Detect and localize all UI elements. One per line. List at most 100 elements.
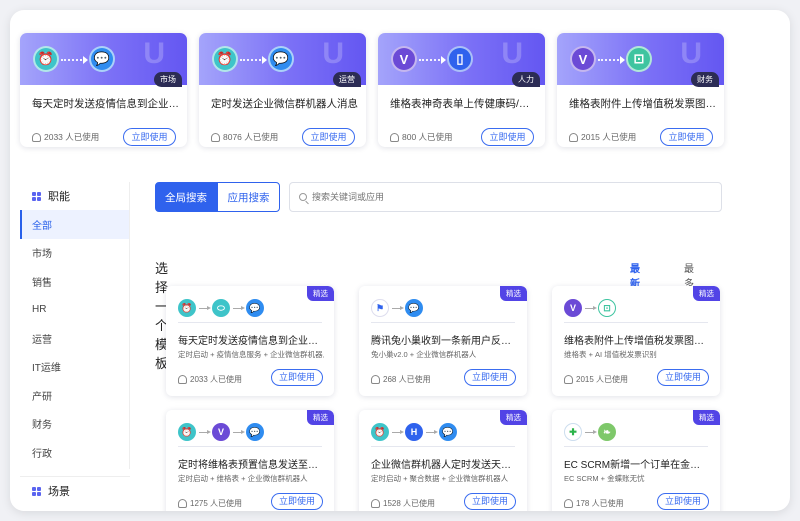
usage-count: 2015 人已使用 (564, 374, 628, 385)
featured-badge: 精选 (500, 410, 527, 425)
use-now-button[interactable]: 立即使用 (657, 369, 709, 386)
usage-text: 268 人已使用 (383, 375, 431, 384)
template-apps: EC SCRM + 金蝶账无忧 (564, 474, 645, 483)
sidebar-item-finance[interactable]: 财务 (20, 410, 129, 439)
usage-count: 2015 人已使用 (569, 131, 636, 143)
usage-text: 2033 人已使用 (190, 375, 243, 384)
use-now-button[interactable]: 立即使用 (271, 493, 323, 510)
alarm-icon: ⏰ (178, 423, 196, 441)
search-box[interactable] (289, 182, 722, 212)
wechat-bot-icon: 💬 (405, 299, 423, 317)
vika-icon: V (564, 299, 582, 317)
logo-watermark: U (322, 37, 344, 70)
app-window: U ⏰ 💬 市场 每天定时发送疫情信息到企业微... 2033 人已使用 立即使… (10, 10, 790, 511)
flow-arrow (392, 306, 404, 310)
search-input[interactable] (312, 192, 612, 202)
card-title: 维格表附件上传增值税发票图片... (569, 98, 716, 110)
template-title: 腾讯兔小巢收到一条新用户反馈自... (371, 336, 517, 347)
global-search-tab[interactable]: 全局搜索 (155, 182, 217, 212)
template-title: 定时将维格表预置信息发送至企业... (178, 460, 324, 471)
template-title: 每天定时发送疫情信息到企业微信... (178, 336, 324, 347)
flow-arrow (598, 56, 625, 64)
epidemic-service-icon: ⬭ (212, 299, 230, 317)
sidebar-item-admin[interactable]: 行政 (20, 438, 129, 467)
category-tag: 运营 (333, 72, 361, 87)
card-banner: U ⏰ 💬 市场 (20, 33, 187, 87)
usage-text: 1528 人已使用 (383, 499, 436, 508)
template-title: 维格表附件上传增值税发票图片并... (564, 336, 710, 347)
alarm-icon: ⏰ (33, 46, 59, 72)
template-apps: 维格表 + AI 增值税发票识别 (564, 350, 657, 359)
template-card[interactable]: ⏰ H 💬 精选 企业微信群机器人定时发送天气预... 定时启动 + 聚合数据 … (359, 410, 527, 511)
wechat-bot-icon: 💬 (439, 423, 457, 441)
category-tag: 财务 (691, 72, 719, 87)
template-card[interactable]: ⏰ V 💬 精选 定时将维格表预置信息发送至企业... 定时启动 + 维格表 +… (166, 410, 334, 511)
template-title: 企业微信群机器人定时发送天气预... (371, 460, 517, 471)
vika-icon: V (391, 46, 417, 72)
featured-badge: 精选 (693, 286, 720, 301)
alarm-icon: ⏰ (371, 423, 389, 441)
use-now-button[interactable]: 立即使用 (123, 128, 176, 146)
flow-arrow (199, 430, 211, 434)
use-now-button[interactable]: 立即使用 (657, 493, 709, 510)
category-tag: 人力 (512, 72, 540, 87)
wechat-bot-icon: 💬 (89, 46, 115, 72)
sidebar-item-operations[interactable]: 运营 (20, 324, 129, 353)
template-card[interactable]: ⚑ 💬 精选 腾讯兔小巢收到一条新用户反馈自... 兔小巢v2.0 + 企业微信… (359, 286, 527, 396)
flow-arrow (585, 430, 597, 434)
usage-count: 1275 人已使用 (178, 498, 242, 509)
juhe-data-icon: H (405, 423, 423, 441)
vika-icon: V (212, 423, 230, 441)
scene-header[interactable]: 场景 (20, 477, 130, 505)
flow-arrow (392, 430, 404, 434)
sidebar-item-sales[interactable]: 销售 (20, 267, 129, 296)
template-apps: 兔小巢v2.0 + 企业微信群机器人 (371, 350, 477, 359)
flow-arrow (233, 306, 245, 310)
featured-card[interactable]: U V ⊡ 财务 维格表附件上传增值税发票图片... 2015 人已使用 立即使… (557, 33, 724, 147)
sidebar-item-it-ops[interactable]: IT运维 (20, 353, 129, 382)
sidebar-item-all[interactable]: 全部 (20, 210, 129, 239)
featured-badge: 精选 (307, 286, 334, 301)
vika-icon: V (570, 46, 596, 72)
use-now-button[interactable]: 立即使用 (481, 128, 534, 146)
wechat-bot-icon: 💬 (246, 423, 264, 441)
sidebar-item-rnd[interactable]: 产研 (20, 381, 129, 410)
featured-card[interactable]: U V ▯ 人力 维格表神奇表单上传健康码/行... 800 人已使用 立即使用 (378, 33, 545, 147)
use-now-button[interactable]: 立即使用 (271, 369, 323, 386)
sidebar-item-hr[interactable]: HR (20, 296, 129, 325)
usage-count: 2033 人已使用 (32, 131, 99, 143)
search-icon (299, 193, 307, 201)
use-now-button[interactable]: 立即使用 (302, 128, 355, 146)
template-card[interactable]: V ⊡ 精选 维格表附件上传增值税发票图片并... 维格表 + AI 增值税发票… (552, 286, 720, 396)
txc-icon: ⚑ (371, 299, 389, 317)
featured-badge: 精选 (693, 410, 720, 425)
users-icon (371, 375, 380, 384)
form-icon: ▯ (447, 46, 473, 72)
usage-text: 2015 人已使用 (576, 375, 629, 384)
sidebar-header: 职能 (20, 182, 129, 210)
app-search-tab[interactable]: 应用搜索 (217, 182, 280, 212)
use-now-button[interactable]: 立即使用 (464, 369, 516, 386)
scene-header-label: 场景 (48, 486, 70, 498)
template-card[interactable]: ⏰ ⬭ 💬 精选 每天定时发送疫情信息到企业微信... 定时启动 + 疫情信息服… (166, 286, 334, 396)
use-now-button[interactable]: 立即使用 (660, 128, 713, 146)
users-icon (569, 132, 578, 142)
kingdee-icon: ❧ (598, 423, 616, 441)
usage-text: 178 人已使用 (576, 499, 624, 508)
featured-card[interactable]: U ⏰ 💬 运营 定时发送企业微信群机器人消息 8076 人已使用 立即使用 (199, 33, 366, 147)
usage-text: 2033 人已使用 (44, 132, 100, 142)
users-icon (390, 132, 399, 142)
category-sidebar: 职能 全部 市场 销售 HR 运营 IT运维 产研 财务 行政 (20, 182, 130, 469)
featured-card[interactable]: U ⏰ 💬 市场 每天定时发送疫情信息到企业微... 2033 人已使用 立即使… (20, 33, 187, 147)
scene-section[interactable]: 场景 (20, 476, 130, 511)
sidebar-item-marketing[interactable]: 市场 (20, 239, 129, 268)
use-now-button[interactable]: 立即使用 (464, 493, 516, 510)
card-title: 每天定时发送疫情信息到企业微... (32, 98, 179, 110)
template-apps: 定时启动 + 维格表 + 企业微信群机器人 (178, 474, 308, 483)
usage-count: 178 人已使用 (564, 498, 624, 509)
usage-count: 800 人已使用 (390, 131, 453, 143)
divider (178, 446, 322, 447)
users-icon (371, 499, 380, 508)
template-card[interactable]: ✚ ❧ 精选 EC SCRM新增一个订单在金蝶账... EC SCRM + 金蝶… (552, 410, 720, 511)
flow-arrow (199, 306, 211, 310)
